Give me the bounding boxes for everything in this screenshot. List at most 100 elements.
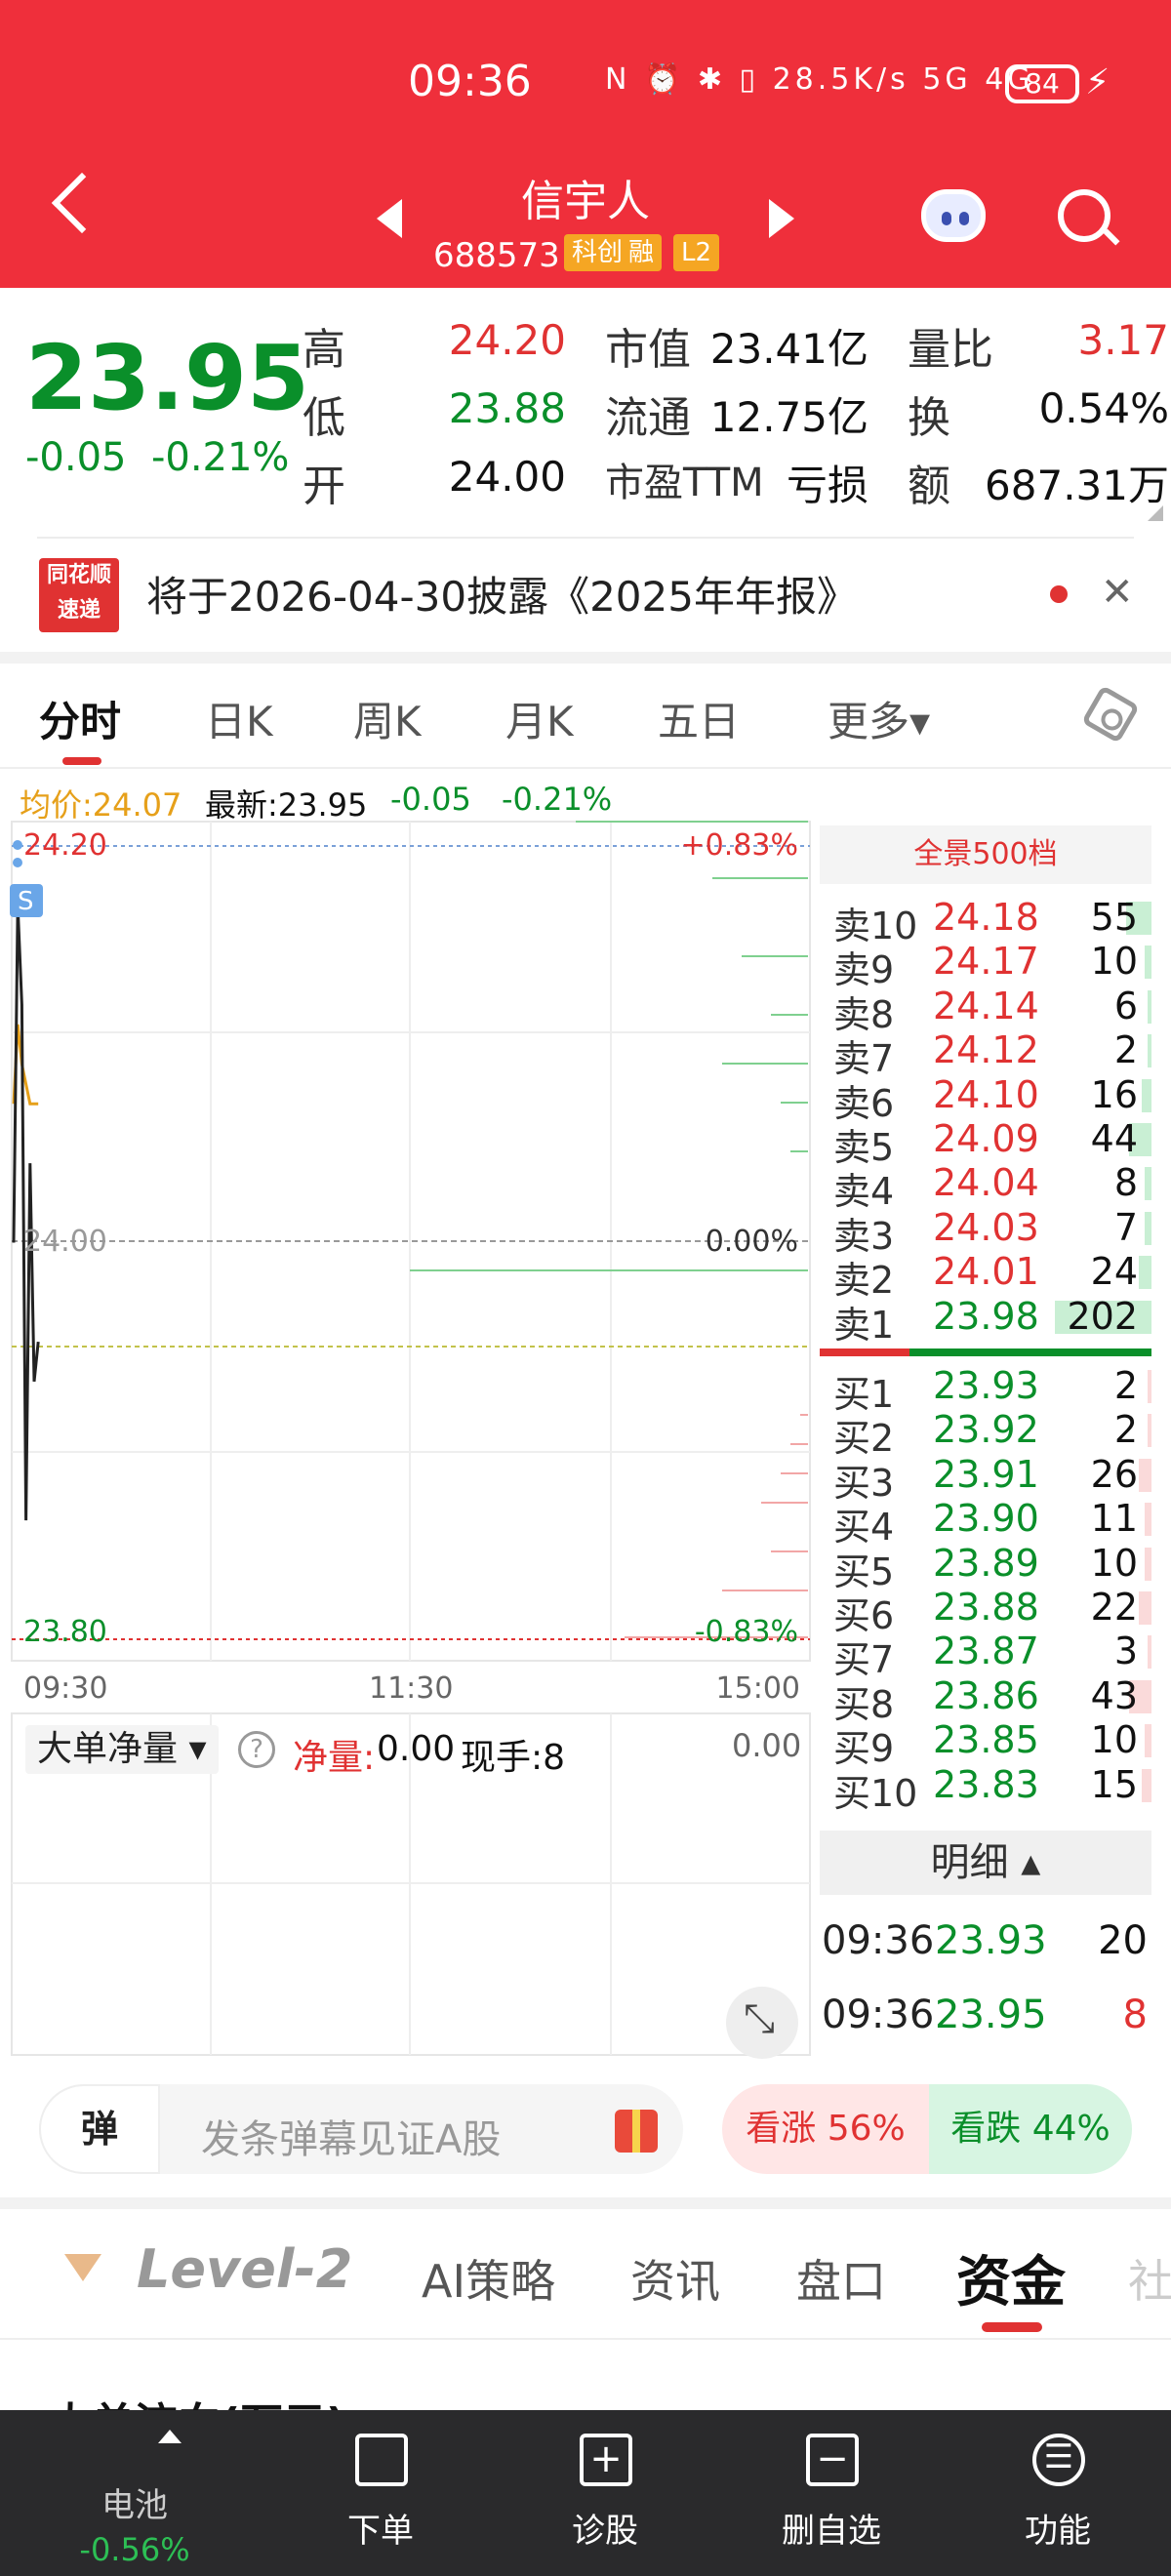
- arrow-up-icon: [158, 2430, 182, 2443]
- pe-value: 亏损: [786, 462, 868, 509]
- float-cap-value: 12.75亿: [709, 393, 868, 441]
- indicator-select[interactable]: 大单净量 ▾: [25, 1725, 219, 1774]
- ai-robot-icon[interactable]: [921, 189, 986, 242]
- high-value: 24.20: [448, 316, 566, 364]
- notice-text[interactable]: 将于2026-04-30披露《2025年年报》: [146, 564, 858, 624]
- time-label-end: 15:00: [716, 1671, 800, 1706]
- bid-row[interactable]: 买5 23.89 10: [829, 1542, 1151, 1593]
- tab-capital[interactable]: 资金: [956, 2238, 1066, 2317]
- bid-row[interactable]: 买6 23.88 22: [829, 1586, 1151, 1637]
- bid-row[interactable]: 买2 23.92 2: [829, 1408, 1151, 1460]
- bid-row[interactable]: 买1 23.93 2: [829, 1364, 1151, 1416]
- tab-daily-k[interactable]: 日K: [205, 689, 273, 748]
- tab-intraday[interactable]: 分时: [39, 689, 121, 748]
- ask-row[interactable]: 卖4 24.04 8: [829, 1161, 1151, 1213]
- level-volume: 2: [1113, 1028, 1138, 1072]
- status-icons: N ⏰ ✱ ▯ 28.5K/s 5G 4G: [605, 62, 1034, 97]
- level-volume: 55: [1090, 896, 1138, 939]
- volume-bar: [1148, 1414, 1151, 1448]
- ask-row[interactable]: 卖10 24.18 55: [829, 896, 1151, 947]
- notice-dot-icon: [1050, 585, 1068, 603]
- next-stock-icon[interactable]: [769, 199, 794, 238]
- amount-value: 687.31万: [985, 462, 1169, 509]
- tab-ai-strategy[interactable]: AI策略: [422, 2246, 555, 2311]
- pct-bot-label: -0.83%: [695, 1615, 798, 1649]
- settings-icon[interactable]: [1080, 684, 1141, 745]
- level-price: 23.88: [933, 1586, 1039, 1629]
- indicator-axis-value: 0.00: [732, 1727, 802, 1764]
- level-price: 23.98: [933, 1294, 1039, 1338]
- level-price: 23.90: [933, 1497, 1039, 1541]
- level-volume: 24: [1090, 1250, 1138, 1294]
- level-price: 24.01: [933, 1250, 1039, 1294]
- nav-order-label: 下单: [347, 2512, 414, 2551]
- tab-five-day[interactable]: 五日: [658, 689, 740, 748]
- detail-row: 09:36 23.93 20: [820, 1918, 1157, 1967]
- tab-more[interactable]: 更多▾: [828, 689, 930, 748]
- volume-bar: [1145, 1167, 1151, 1201]
- bottom-nav: 电池 -0.56% 下单 + 诊股 − 删自选 ☰ 功能: [0, 2410, 1171, 2576]
- tab-community[interactable]: 社: [1128, 2246, 1171, 2311]
- level-volume: 6: [1113, 984, 1138, 1027]
- bid-row[interactable]: 买7 23.87 3: [829, 1630, 1151, 1681]
- ask-row[interactable]: 卖8 24.14 6: [829, 984, 1151, 1036]
- level-price: 24.18: [933, 896, 1039, 939]
- marker-dot: [13, 858, 22, 867]
- ask-row[interactable]: 卖9 24.17 10: [829, 940, 1151, 991]
- tab-order-book[interactable]: 盘口: [796, 2246, 886, 2311]
- level-price: 24.09: [933, 1117, 1039, 1160]
- nav-remove-watchlist[interactable]: − 删自选: [734, 2410, 929, 2576]
- gift-icon[interactable]: [615, 2110, 658, 2153]
- bid-row[interactable]: 买10 23.83 15: [829, 1762, 1151, 1815]
- expand-corner-icon[interactable]: [1148, 505, 1163, 521]
- market-cap-value: 23.41亿: [709, 325, 868, 373]
- ask-row[interactable]: 卖1 23.98 202: [829, 1294, 1151, 1347]
- nav-functions[interactable]: ☰ 功能: [960, 2410, 1155, 2576]
- level-price: 24.03: [933, 1205, 1039, 1249]
- ask-bid-ratio-red: [820, 1348, 909, 1356]
- volume-bar: [1148, 1034, 1151, 1068]
- back-icon[interactable]: [51, 172, 113, 234]
- search-icon[interactable]: [1058, 189, 1110, 242]
- open-value: 24.00: [448, 453, 566, 501]
- barrage-toggle[interactable]: 弹: [39, 2084, 160, 2174]
- tab-news[interactable]: 资讯: [630, 2246, 720, 2311]
- intraday-chart[interactable]: 24.20 24.00 23.80 +0.83% 0.00% -0.83% 09…: [0, 820, 820, 2059]
- tab-weekly-k[interactable]: 周K: [353, 689, 422, 748]
- ask-row[interactable]: 卖2 24.01 24: [829, 1250, 1151, 1302]
- tab-level2[interactable]: Level-2: [137, 2238, 352, 2300]
- level-price: 23.85: [933, 1718, 1039, 1762]
- vote-bearish-button[interactable]: 看跌 44%: [929, 2084, 1132, 2174]
- s-badge-text: S: [18, 887, 34, 916]
- level-volume: 2: [1113, 1408, 1138, 1452]
- level-price: 23.91: [933, 1452, 1039, 1496]
- vote-bullish-button[interactable]: 看涨 56%: [722, 2084, 929, 2174]
- fullscreen-icon[interactable]: [726, 1987, 798, 2059]
- ask-row[interactable]: 卖6 24.10 16: [829, 1073, 1151, 1125]
- nav-diagnose[interactable]: + 诊股: [507, 2410, 703, 2576]
- orderbook-500-button[interactable]: 全景500档: [820, 825, 1151, 884]
- status-time: 09:36: [408, 57, 532, 106]
- detail-time: 09:36: [822, 1992, 935, 2037]
- help-icon[interactable]: ?: [238, 1731, 275, 1768]
- detail-toggle-button[interactable]: 明细 ▴: [820, 1831, 1151, 1895]
- bid-row[interactable]: 买9 23.85 10: [829, 1718, 1151, 1770]
- nav-sector[interactable]: 电池 -0.56%: [37, 2410, 232, 2576]
- section-divider: [0, 2197, 1171, 2209]
- tab-monthly-k[interactable]: 月K: [505, 689, 574, 748]
- ask-row[interactable]: 卖3 24.03 7: [829, 1205, 1151, 1258]
- minus-box-icon: −: [806, 2434, 859, 2486]
- logo-bottom-text: 速递: [57, 598, 101, 623]
- barrage-placeholder[interactable]: 发条弹幕见证A股: [201, 2108, 501, 2164]
- ask-row[interactable]: 卖5 24.09 44: [829, 1117, 1151, 1169]
- level-price: 23.83: [933, 1762, 1039, 1806]
- bid-row[interactable]: 买4 23.90 11: [829, 1497, 1151, 1549]
- bid-row[interactable]: 买8 23.86 43: [829, 1674, 1151, 1726]
- nav-order[interactable]: 下单: [283, 2410, 478, 2576]
- ask-row[interactable]: 卖7 24.12 2: [829, 1028, 1151, 1080]
- y-bot-label: 23.80: [23, 1615, 107, 1649]
- bid-row[interactable]: 买3 23.91 26: [829, 1452, 1151, 1505]
- open-label: 开: [303, 462, 345, 511]
- level-price: 23.93: [933, 1364, 1039, 1407]
- close-icon[interactable]: ✕: [1101, 570, 1134, 615]
